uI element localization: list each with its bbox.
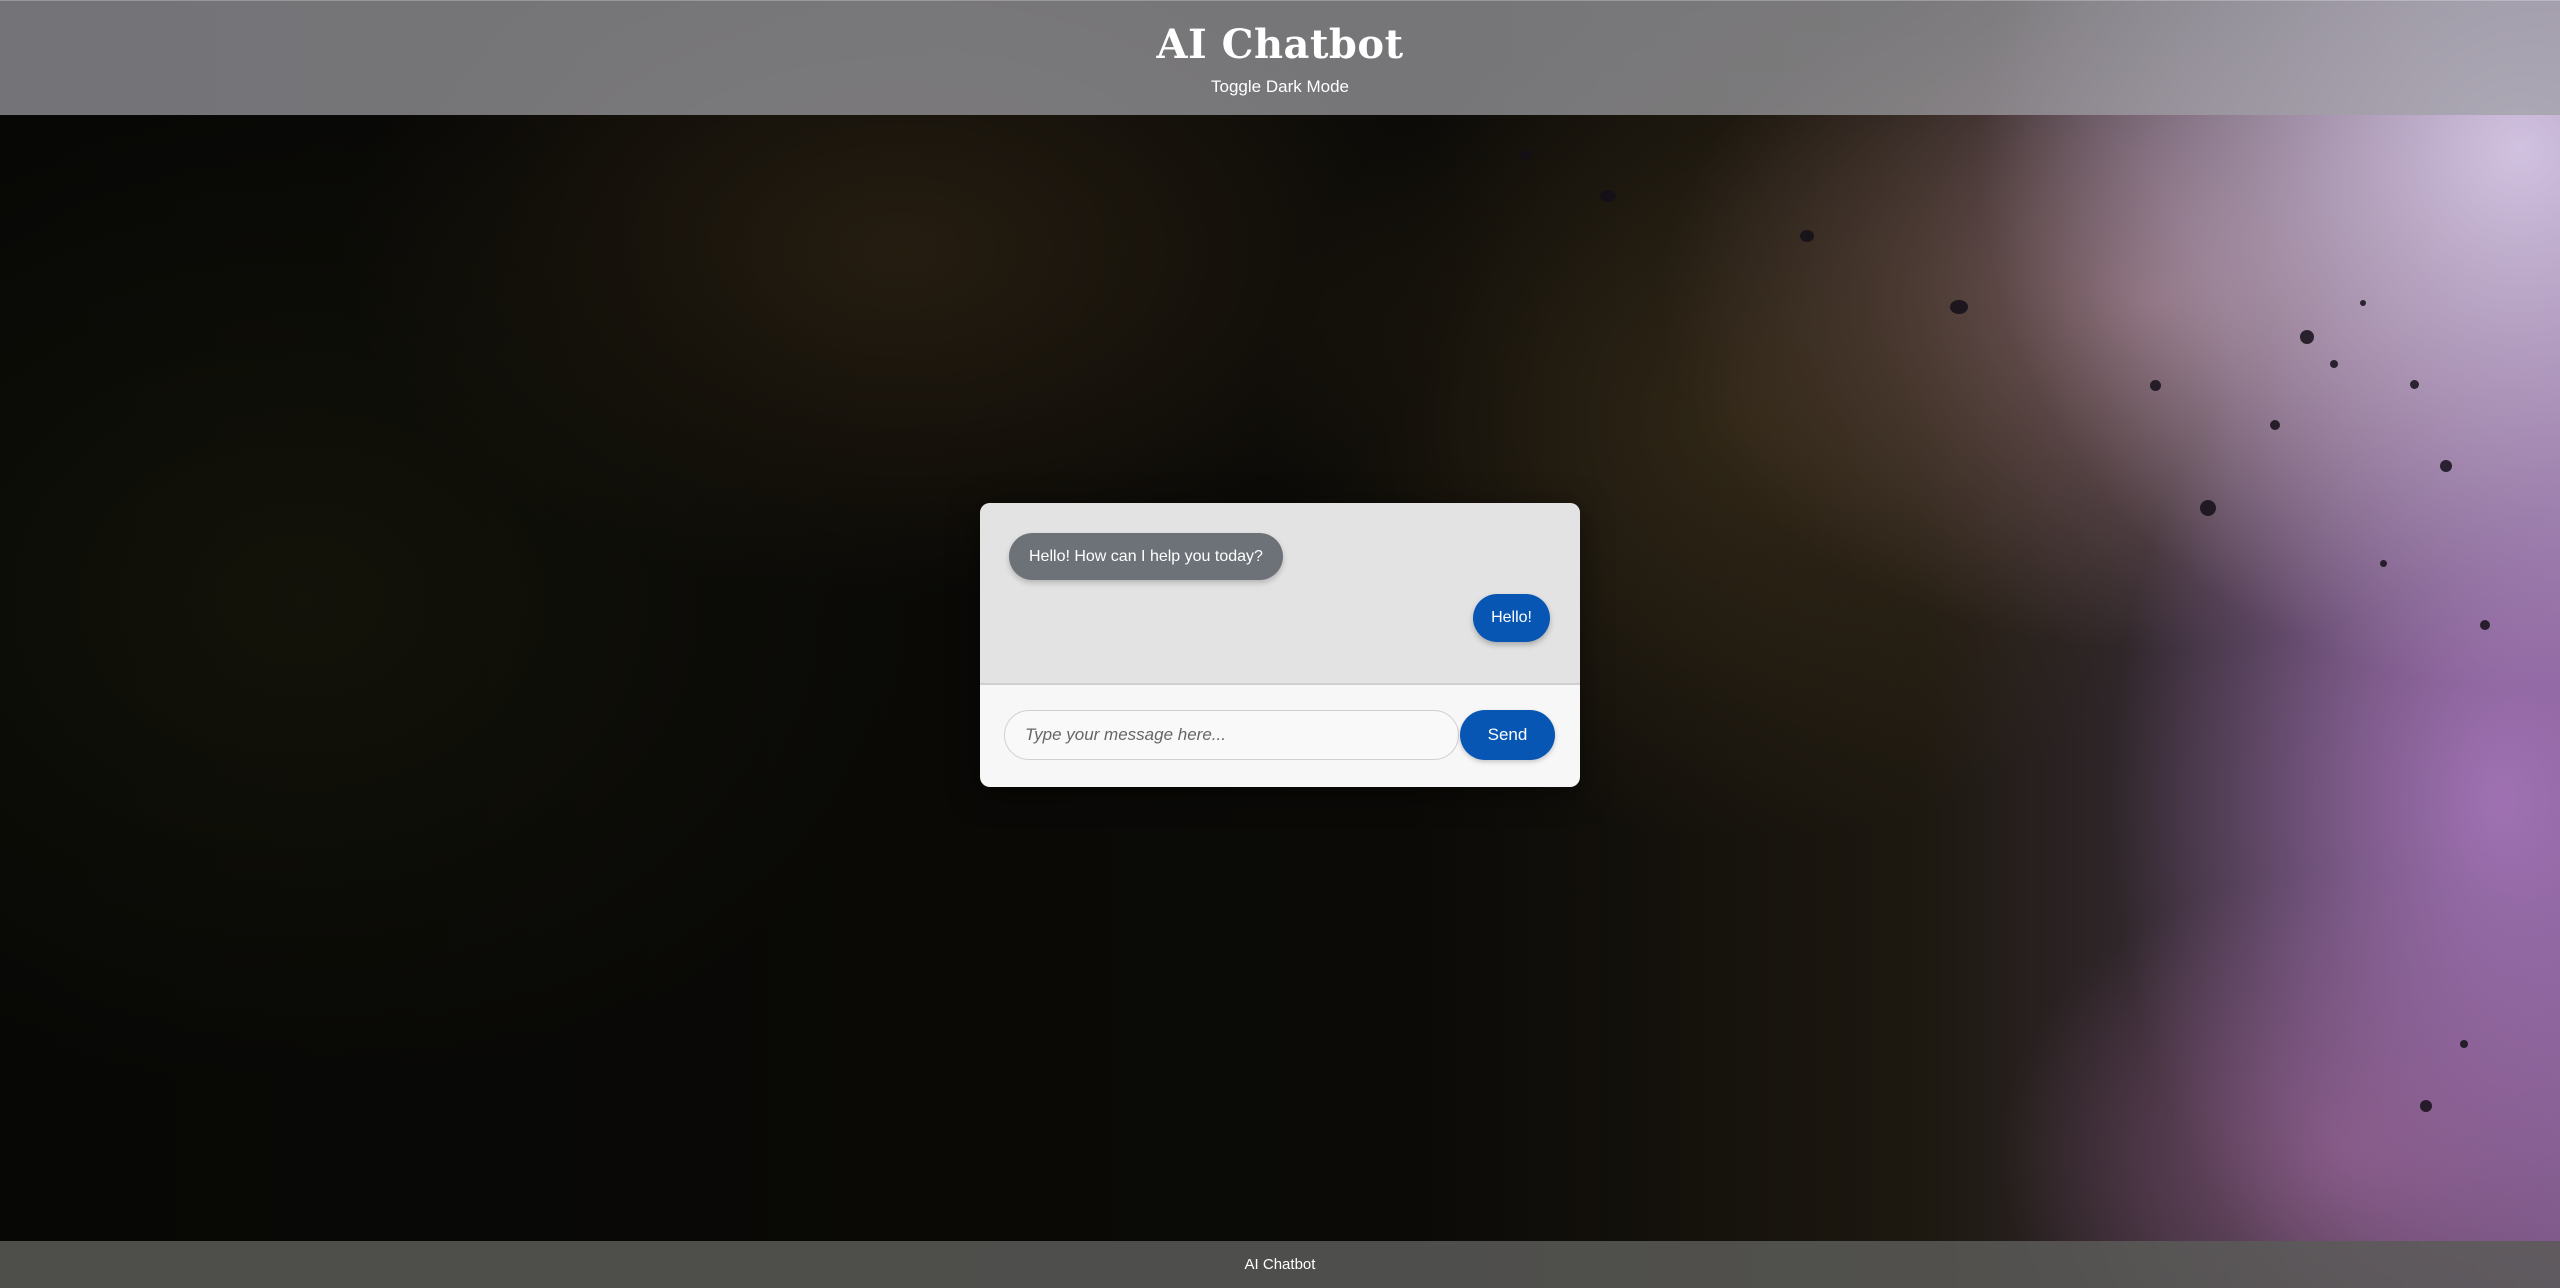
footer: AI Chatbot: [0, 1241, 2560, 1288]
header: AI Chatbot Toggle Dark Mode: [0, 0, 2560, 115]
message-input[interactable]: [1004, 710, 1459, 760]
user-message: Hello!: [1473, 594, 1550, 642]
page-title: AI Chatbot: [1156, 21, 1404, 68]
chat-messages: Hello! How can I help you today? Hello!: [980, 503, 1580, 685]
send-button[interactable]: Send: [1460, 710, 1555, 760]
bot-message: Hello! How can I help you today?: [1009, 533, 1283, 580]
toggle-dark-mode-button[interactable]: Toggle Dark Mode: [1203, 73, 1357, 101]
footer-text: AI Chatbot: [1244, 1256, 1316, 1273]
chat-container: Hello! How can I help you today? Hello! …: [980, 503, 1580, 787]
chat-input-row: Send: [980, 685, 1580, 787]
